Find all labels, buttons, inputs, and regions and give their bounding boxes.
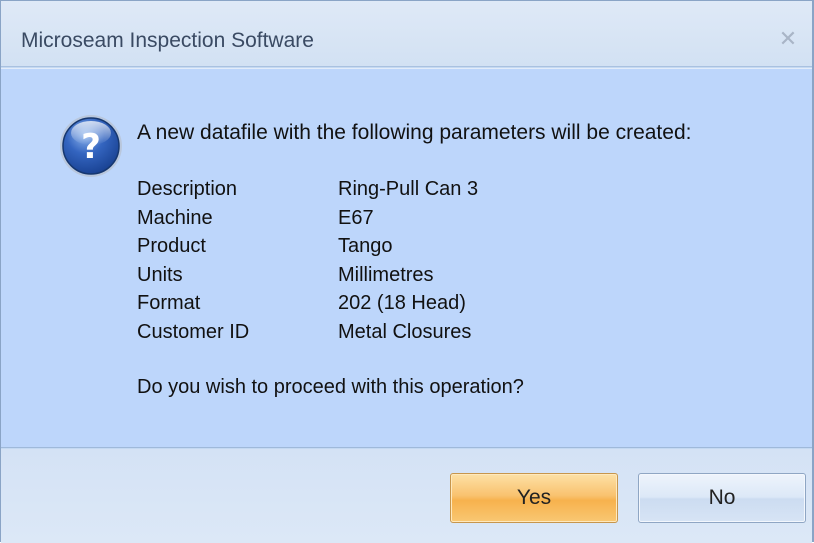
title-bar[interactable]: Microseam Inspection Software ✕ xyxy=(1,1,812,67)
param-label: Machine xyxy=(137,206,213,229)
param-label: Units xyxy=(137,263,183,286)
param-value: 202 (18 Head) xyxy=(338,292,466,314)
param-value: Metal Closures xyxy=(338,320,472,343)
param-row-product: Product Tango xyxy=(137,232,478,261)
param-value: E67 xyxy=(338,206,374,229)
confirmation-prompt: Do you wish to proceed with this operati… xyxy=(137,376,524,398)
param-value: Ring-Pull Can 3 xyxy=(338,178,479,200)
button-bar: Yes No xyxy=(1,449,812,543)
param-label: Customer ID xyxy=(137,320,250,343)
param-row-customer-id: Customer ID Metal Closures xyxy=(137,318,478,347)
param-row-format: Format 202 (18 Head) xyxy=(137,289,478,318)
close-icon[interactable]: ✕ xyxy=(774,25,802,53)
param-label: Format xyxy=(137,292,201,314)
parameter-list: Description Ring-Pull Can 3 Machine E67 … xyxy=(137,175,478,346)
param-label: Product xyxy=(137,235,206,257)
param-row-units: Units Millimetres xyxy=(137,261,478,290)
message-heading: A new datafile with the following parame… xyxy=(137,121,692,144)
param-value: Tango xyxy=(338,235,393,257)
param-row-description: Description Ring-Pull Can 3 xyxy=(137,175,478,204)
yes-button[interactable]: Yes xyxy=(450,473,618,523)
param-value: Millimetres xyxy=(338,263,434,286)
param-row-machine: Machine E67 xyxy=(137,204,478,233)
message-area: ? A new datafile with the following para… xyxy=(1,68,812,448)
param-label: Description xyxy=(137,178,238,200)
question-icon: ? xyxy=(60,115,122,177)
no-button[interactable]: No xyxy=(638,473,806,523)
svg-text:?: ? xyxy=(81,127,101,167)
window-title: Microseam Inspection Software xyxy=(21,29,314,52)
message-dialog: Microseam Inspection Software ✕ ? A new … xyxy=(0,0,814,543)
